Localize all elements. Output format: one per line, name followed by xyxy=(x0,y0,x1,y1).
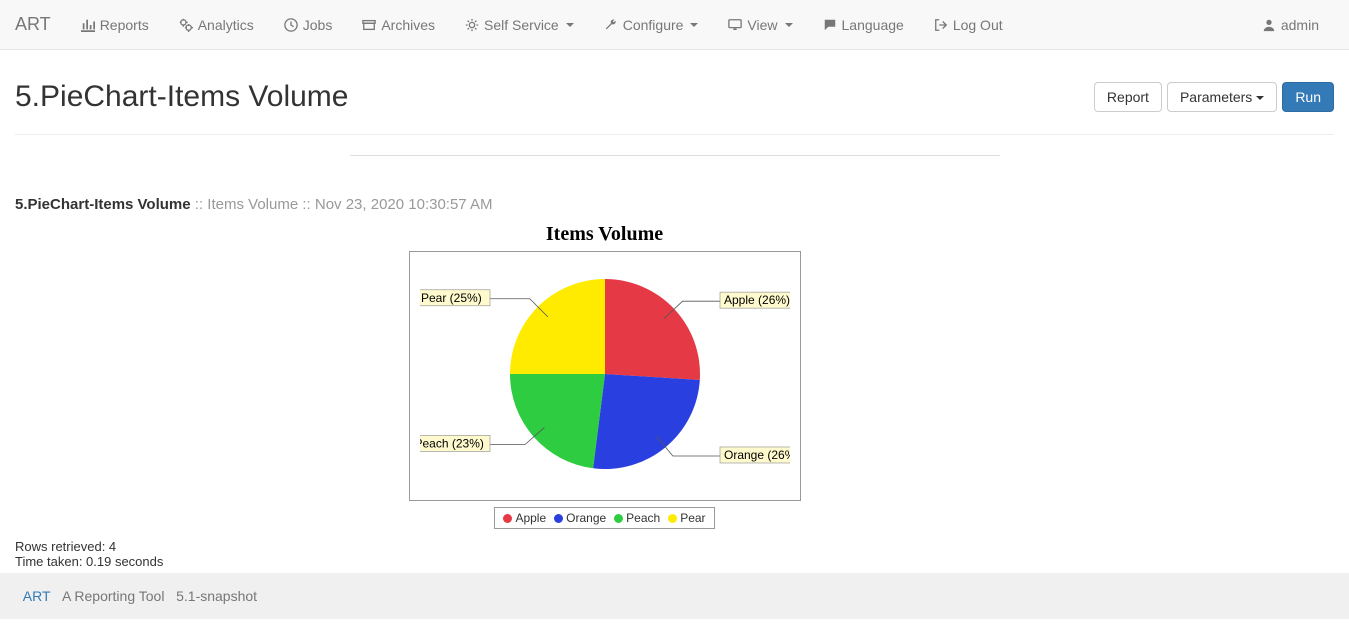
report-header: 5.PieChart-Items Volume :: Items Volume … xyxy=(15,196,1334,213)
clock-icon xyxy=(284,18,298,32)
page-title: 5.PieChart-Items Volume xyxy=(15,80,348,114)
legend-dot-icon xyxy=(668,514,677,523)
footer-link[interactable]: ART xyxy=(23,588,51,604)
caret-icon xyxy=(690,23,698,27)
page-header: 5.PieChart-Items Volume Report Parameter… xyxy=(15,70,1334,135)
divider xyxy=(350,155,1000,156)
nav-analytics[interactable]: Analytics xyxy=(164,2,269,48)
nav-configure[interactable]: Configure xyxy=(589,2,714,48)
slice-label-pear: Pear (25%) xyxy=(421,291,482,305)
time-taken: Time taken: 0.19 seconds xyxy=(15,554,1334,569)
report-name: 5.PieChart-Items Volume xyxy=(15,196,191,213)
nav-jobs-label: Jobs xyxy=(303,17,333,33)
nav-configure-label: Configure xyxy=(623,17,684,33)
caret-icon xyxy=(1256,96,1264,100)
nav-logout[interactable]: Log Out xyxy=(919,2,1018,48)
legend-item-pear: Pear xyxy=(668,511,705,525)
nav-view[interactable]: View xyxy=(713,2,807,48)
nav-reports-label: Reports xyxy=(100,17,149,33)
legend-dot-icon xyxy=(554,514,563,523)
legend-item-apple: Apple xyxy=(503,511,546,525)
archive-icon xyxy=(362,18,376,32)
pie-slice-orange xyxy=(593,374,700,469)
gear-icon xyxy=(465,18,479,32)
slice-label-apple: Apple (26%) xyxy=(724,293,790,307)
pie-chart: Apple (26%) Orange (26%) Peach (23%) Pear (… xyxy=(420,262,790,487)
chart-area: Items Volume Apple (26%) Orange (26%) Peac… xyxy=(0,223,1334,529)
nav-self-service-label: Self Service xyxy=(484,17,559,33)
run-button[interactable]: Run xyxy=(1282,82,1334,112)
legend: Apple Orange Peach Pear xyxy=(494,507,714,529)
pie-slice-peach xyxy=(510,374,605,468)
nav-reports[interactable]: Reports xyxy=(66,2,164,48)
rows-retrieved: Rows retrieved: 4 xyxy=(15,539,1334,554)
desktop-icon xyxy=(728,18,742,32)
nav-archives[interactable]: Archives xyxy=(347,2,450,48)
report-sep1: :: xyxy=(195,196,208,213)
nav-language-label: Language xyxy=(842,17,904,33)
comment-icon xyxy=(823,18,837,32)
stats: Rows retrieved: 4 Time taken: 0.19 secon… xyxy=(15,539,1334,569)
slice-label-orange: Orange (26%) xyxy=(724,448,790,462)
legend-label: Pear xyxy=(680,511,705,525)
report-sep2: :: xyxy=(302,196,315,213)
cogs-icon xyxy=(179,18,193,32)
logout-icon xyxy=(934,18,948,32)
nav-right: admin xyxy=(1247,2,1334,48)
legend-dot-icon xyxy=(503,514,512,523)
chart-box: Apple (26%) Orange (26%) Peach (23%) Pear (… xyxy=(409,251,801,501)
button-toolbar: Report Parameters Run xyxy=(1094,82,1334,112)
pie-slice-apple xyxy=(605,279,700,380)
nav-user-label: admin xyxy=(1281,17,1319,33)
legend-item-orange: Orange xyxy=(554,511,606,525)
report-desc: Items Volume xyxy=(207,196,298,213)
footer-version: 5.1-snapshot xyxy=(176,588,257,604)
brand[interactable]: ART xyxy=(15,14,66,35)
bar-chart-icon xyxy=(81,18,95,32)
legend-wrap: Apple Orange Peach Pear xyxy=(0,501,1334,529)
main-container: 5.PieChart-Items Volume Report Parameter… xyxy=(0,50,1349,569)
pie-slice-pear xyxy=(510,279,605,374)
chart-title: Items Volume xyxy=(0,223,1334,246)
legend-dot-icon xyxy=(614,514,623,523)
parameters-button[interactable]: Parameters xyxy=(1167,82,1277,112)
parameters-label: Parameters xyxy=(1180,89,1252,105)
report-button[interactable]: Report xyxy=(1094,82,1162,112)
nav-left: Reports Analytics Jobs Archives Self Ser… xyxy=(66,2,1247,48)
footer-desc: A Reporting Tool xyxy=(62,588,164,604)
nav-view-label: View xyxy=(747,17,777,33)
user-icon xyxy=(1262,18,1276,32)
nav-logout-label: Log Out xyxy=(953,17,1003,33)
legend-label: Peach xyxy=(626,511,660,525)
legend-label: Orange xyxy=(566,511,606,525)
nav-user[interactable]: admin xyxy=(1247,2,1334,48)
slice-label-peach: Peach (23%) xyxy=(420,436,484,450)
nav-language[interactable]: Language xyxy=(808,2,919,48)
legend-label: Apple xyxy=(515,511,546,525)
footer: ART A Reporting Tool 5.1-snapshot xyxy=(0,573,1349,619)
nav-jobs[interactable]: Jobs xyxy=(269,2,348,48)
legend-item-peach: Peach xyxy=(614,511,660,525)
nav-archives-label: Archives xyxy=(381,17,435,33)
caret-icon xyxy=(566,23,574,27)
wrench-icon xyxy=(604,18,618,32)
nav-analytics-label: Analytics xyxy=(198,17,254,33)
navbar: ART Reports Analytics Jobs Archives Self… xyxy=(0,0,1349,50)
report-timestamp: Nov 23, 2020 10:30:57 AM xyxy=(315,196,493,213)
caret-icon xyxy=(785,23,793,27)
nav-self-service[interactable]: Self Service xyxy=(450,2,589,48)
